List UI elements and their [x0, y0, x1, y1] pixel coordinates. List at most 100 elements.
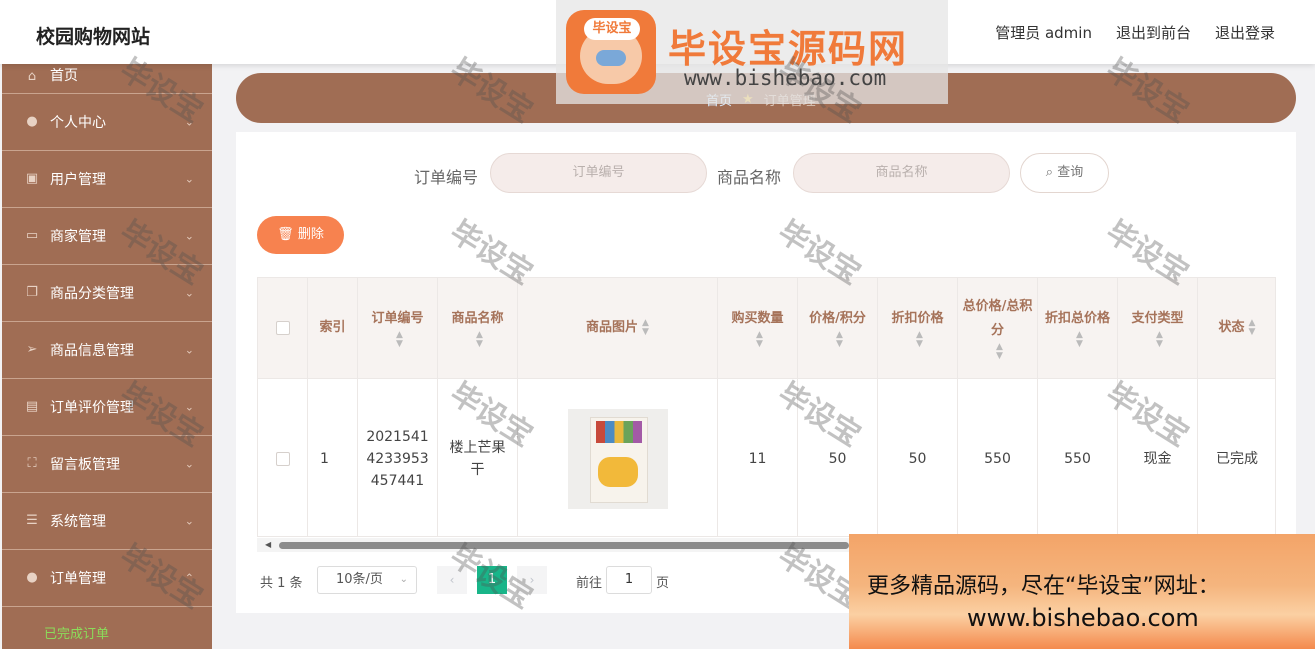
sort-icon[interactable]: ▲ ▼: [476, 331, 483, 349]
sidebar-item-order-management[interactable]: ● 订单管理 ⌃: [2, 550, 212, 607]
page-size-select[interactable]: 10条/页 ⌄: [317, 566, 417, 594]
logo-badge: 毕设宝: [584, 18, 640, 40]
col-product-name-label: 商品名称: [451, 311, 504, 326]
chevron-right-icon: ›: [529, 573, 535, 587]
order-no-input[interactable]: 订单编号: [490, 153, 707, 193]
exit-to-front-link[interactable]: 退出到前台: [1116, 22, 1191, 43]
chevron-down-icon: ⌄: [184, 115, 194, 129]
sidebar-item-label: 商品信息管理: [50, 343, 134, 359]
col-price[interactable]: 价格/积分 ▲ ▼: [798, 278, 878, 378]
sidebar-item-user-management[interactable]: ▣ 用户管理 ⌄: [2, 151, 212, 208]
col-order-no[interactable]: 订单编号 ▲ ▼: [358, 278, 438, 378]
sort-icon[interactable]: ▲ ▼: [1249, 319, 1256, 337]
page-number-current[interactable]: 1: [477, 566, 507, 594]
product-pattern: [595, 420, 642, 443]
watermark-url: www.bishebao.com: [684, 66, 887, 90]
sidebar-subitem-completed-orders[interactable]: 已完成订单: [44, 623, 109, 642]
copy-icon: ❐: [26, 285, 38, 300]
cell-index: 1: [308, 379, 358, 536]
sort-icon[interactable]: ▲ ▼: [1076, 331, 1083, 349]
sidebar-item-label: 留言板管理: [50, 457, 120, 473]
next-page-button[interactable]: ›: [517, 566, 547, 594]
sidebar-item-review-management[interactable]: ▤ 订单评价管理 ⌄: [2, 379, 212, 436]
sort-icon[interactable]: ▲ ▼: [1156, 331, 1163, 349]
promo-line-1: 更多精品源码，尽在“毕设宝”网址：: [867, 574, 1220, 599]
product-name-input[interactable]: 商品名称: [793, 153, 1010, 193]
admin-user-label[interactable]: 管理员 admin: [995, 22, 1092, 43]
col-total[interactable]: 总价格/总积分 ▲ ▼: [958, 278, 1038, 378]
delete-button-label: 删除: [297, 227, 324, 242]
col-discount-price[interactable]: 折扣价格 ▲ ▼: [878, 278, 958, 378]
col-discount-total[interactable]: 折扣总价格 ▲ ▼: [1038, 278, 1118, 378]
bulb-icon: ●: [26, 570, 38, 585]
sidebar-item-message-board[interactable]: ⛶ 留言板管理 ⌄: [2, 436, 212, 493]
sidebar-item-label: 商家管理: [50, 229, 106, 245]
sidebar-item-label: 首页: [50, 68, 78, 84]
sidebar: ⌂ 首页 ● 个人中心 ⌄ ▣ 用户管理 ⌄ ▭ 商家管理 ⌄ ❐ 商品分类管理…: [2, 64, 212, 649]
sidebar-item-personal-center[interactable]: ● 个人中心 ⌄: [2, 94, 212, 151]
sort-icon[interactable]: ▲ ▼: [996, 343, 1003, 361]
cell-status: 已完成: [1198, 379, 1275, 536]
sort-icon[interactable]: ▲ ▼: [396, 331, 403, 349]
cell-discount-price: 50: [878, 379, 958, 536]
sidebar-item-label: 订单评价管理: [50, 400, 134, 416]
chevron-down-icon: ⌄: [184, 286, 194, 300]
select-all-cell: [258, 278, 308, 378]
sidebar-item-label: 商品分类管理: [50, 286, 134, 302]
chevron-down-icon: ⌄: [184, 229, 194, 243]
delete-button[interactable]: 🗑 删除: [257, 216, 344, 254]
search-icon: ⌕: [1045, 165, 1054, 180]
col-product-image-label: 商品图片: [586, 320, 639, 335]
col-product-image[interactable]: 商品图片 ▲ ▼: [518, 278, 718, 378]
col-price-label: 价格/积分: [809, 311, 866, 326]
sort-icon[interactable]: ▲ ▼: [642, 319, 649, 337]
chevron-down-icon: ⌄: [184, 514, 194, 528]
sidebar-item-merchant-management[interactable]: ▭ 商家管理 ⌄: [2, 208, 212, 265]
sidebar-item-category-management[interactable]: ❐ 商品分类管理 ⌄: [2, 265, 212, 322]
sidebar-item-product-management[interactable]: ➢ 商品信息管理 ⌄: [2, 322, 212, 379]
fullscreen-icon: ⛶: [27, 456, 37, 471]
cell-quantity: 11: [718, 379, 798, 536]
sidebar-item-label: 系统管理: [50, 514, 106, 530]
watermark-banner: 毕设宝 毕设宝源码网 www.bishebao.com: [556, 0, 948, 104]
col-product-name[interactable]: 商品名称 ▲ ▼: [438, 278, 518, 378]
sidebar-item-home[interactable]: ⌂ 首页: [2, 64, 212, 94]
promo-line-2: www.bishebao.com: [967, 604, 1199, 632]
row-checkbox[interactable]: [275, 451, 290, 466]
col-quantity[interactable]: 购买数量 ▲ ▼: [718, 278, 798, 378]
cell-total: 550: [958, 379, 1038, 536]
sidebar-item-label: 个人中心: [50, 115, 106, 131]
goto-page-input[interactable]: 1: [606, 566, 652, 594]
logout-link[interactable]: 退出登录: [1215, 22, 1275, 43]
scrollbar-thumb[interactable]: [279, 542, 849, 549]
sidebar-item-label: 用户管理: [50, 172, 106, 188]
chevron-left-icon: ‹: [449, 573, 455, 587]
sort-icon[interactable]: ▲ ▼: [836, 331, 843, 349]
select-all-checkbox[interactable]: [275, 321, 290, 335]
send-icon: ➢: [26, 342, 38, 357]
query-button-label: 查询: [1057, 165, 1084, 180]
clipboard-icon: ▣: [25, 171, 39, 186]
col-pay-type[interactable]: 支付类型 ▲ ▼: [1118, 278, 1198, 378]
promo-banner[interactable]: 更多精品源码，尽在“毕设宝”网址： www.bishebao.com: [849, 534, 1315, 649]
product-image[interactable]: [567, 408, 668, 509]
scroll-left-icon[interactable]: ◀: [265, 540, 271, 549]
cell-product-image: [518, 379, 718, 536]
cell-discount-total: 550: [1038, 379, 1118, 536]
chevron-down-icon: ⌄: [184, 457, 194, 471]
sort-icon[interactable]: ▲ ▼: [916, 331, 923, 349]
row-select-cell: [258, 379, 308, 536]
col-total-label: 总价格/总积分: [962, 299, 1033, 338]
product-fruit-shape: [597, 456, 638, 487]
sidebar-item-system-management[interactable]: ☰ 系统管理 ⌄: [2, 493, 212, 550]
prev-page-button[interactable]: ‹: [437, 566, 467, 594]
product-name-label: 商品名称: [717, 168, 782, 187]
watermark-logo: 毕设宝: [566, 10, 656, 94]
chevron-down-icon: ⌄: [184, 172, 194, 186]
top-links: 管理员 admin 退出到前台 退出登录: [995, 22, 1275, 43]
list-icon: ☰: [26, 513, 38, 528]
col-status[interactable]: 状态 ▲ ▼: [1198, 278, 1275, 378]
sort-icon[interactable]: ▲ ▼: [756, 331, 763, 349]
home-icon: ⌂: [27, 69, 37, 84]
query-button[interactable]: ⌕ 查询: [1020, 153, 1109, 193]
